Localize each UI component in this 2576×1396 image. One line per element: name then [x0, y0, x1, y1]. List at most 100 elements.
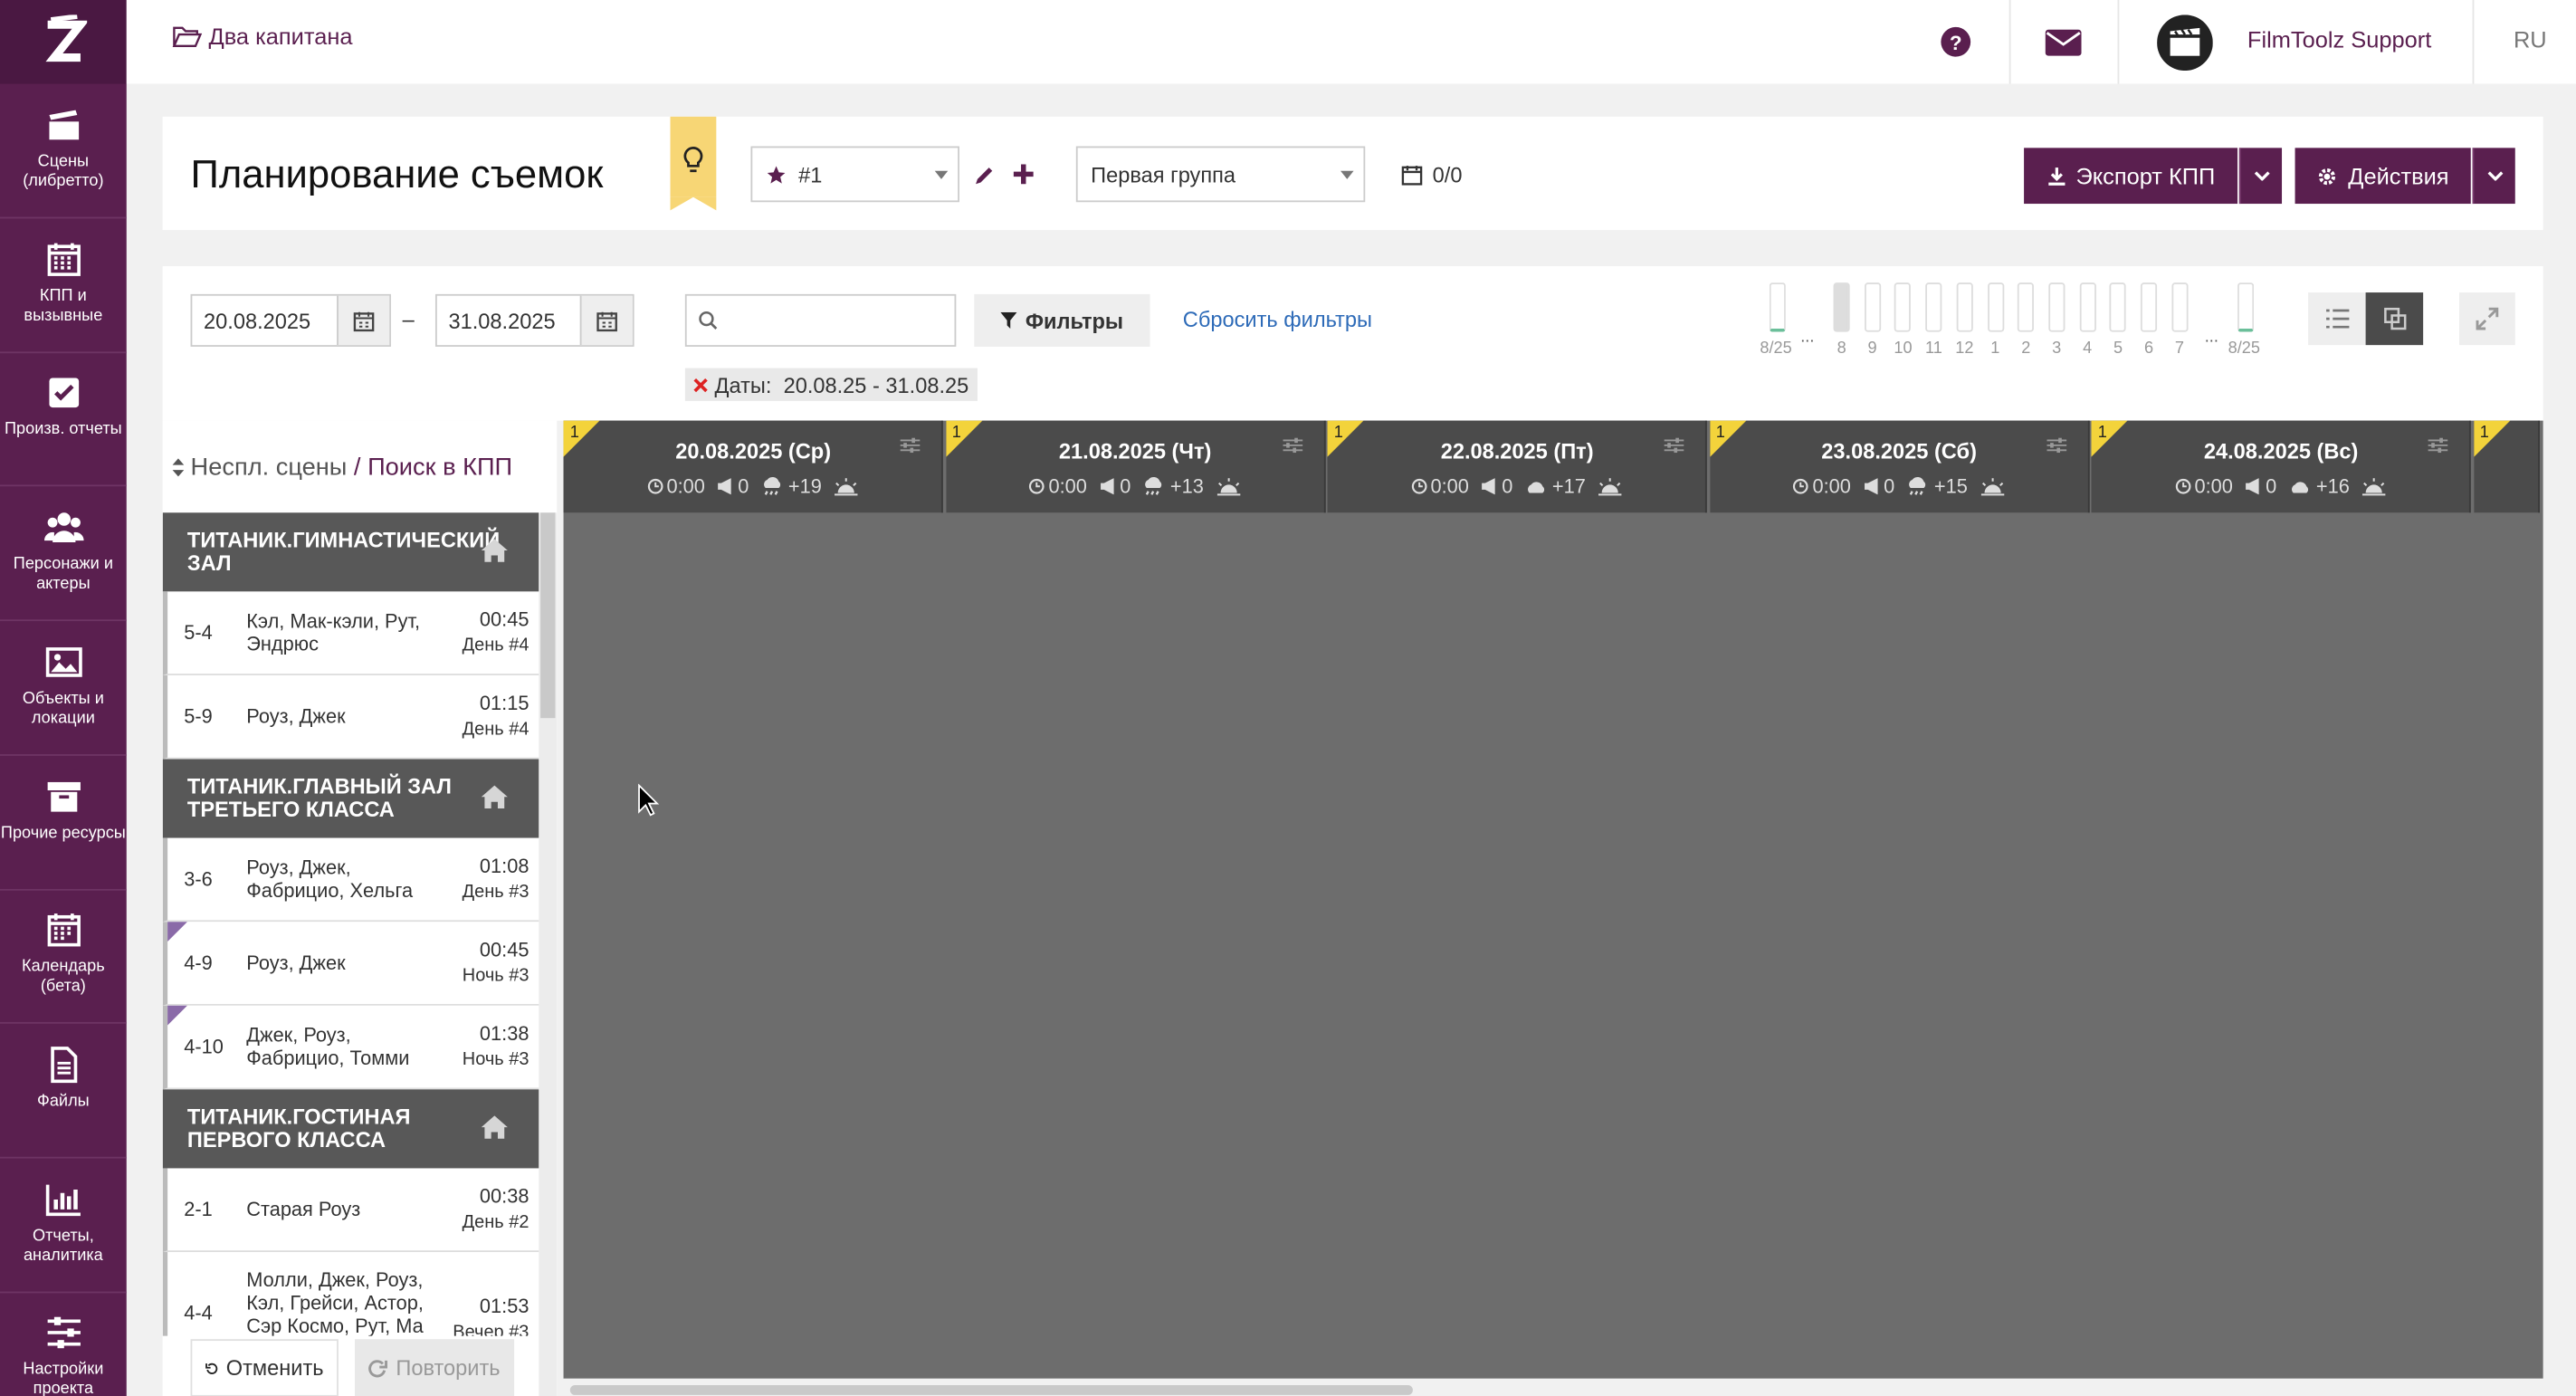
day-column-header[interactable]: 1 23.08.2025 (Сб) 0:00 0 +15 — [1709, 420, 2089, 513]
sidebar-item-4[interactable]: Персонажи и актеры — [0, 488, 127, 622]
sidebar-item-8[interactable]: Файлы — [0, 1025, 127, 1159]
schedule-board[interactable]: 1 20.08.2025 (Ср) 0:00 0 +19 1 21.08.2025 (Чт)… — [563, 420, 2543, 1379]
scene-row[interactable]: 5-9 Роуз, Джек 01:15 День #4 — [162, 674, 539, 760]
fullscreen-button[interactable] — [2459, 292, 2515, 346]
scene-row[interactable]: 3-6 Роуз, Джек, Фабрицио, Хельга 01:08 День… — [162, 837, 539, 923]
actions-dropdown-button[interactable] — [2472, 148, 2515, 205]
scene-duration: 01:08 — [479, 854, 530, 878]
undo-button[interactable]: Отменить — [190, 1339, 339, 1396]
mini-day[interactable] — [2018, 282, 2035, 332]
user-name[interactable]: FilmToolz Support — [2247, 26, 2431, 53]
scene-row[interactable]: 4-4 Молли, Джек, Роуз, Кэл, Грейси, Астор… — [162, 1252, 539, 1336]
list-view-button[interactable] — [2308, 292, 2366, 345]
mini-day[interactable] — [1894, 282, 1912, 332]
day-meta: 0:00 0 +19 — [564, 475, 943, 498]
counter-value: 0/0 — [1432, 162, 1463, 187]
app-logo[interactable] — [0, 0, 127, 84]
messages-button[interactable] — [2032, 0, 2094, 84]
sunrise-icon — [2362, 477, 2386, 495]
expand-icon — [2476, 307, 2499, 330]
rain-cloud-icon — [760, 476, 783, 496]
date-from-calendar-button[interactable] — [337, 295, 390, 346]
mini-day[interactable] — [2048, 282, 2066, 332]
sidebar-item-2[interactable]: КПП и вызывные — [0, 220, 127, 353]
day-column-header-partial[interactable]: 1 — [2473, 420, 2540, 513]
sidebar-item-9[interactable]: Отчеты, аналитика — [0, 1160, 127, 1293]
mini-day[interactable] — [2140, 282, 2158, 332]
scene-duration: 00:45 — [479, 607, 530, 631]
date-to-field[interactable]: 31.08.2025 — [434, 293, 634, 347]
sidebar-item-7[interactable]: Календарь (бета) — [0, 891, 127, 1025]
chevron-down-icon — [2486, 171, 2503, 181]
sidebar-item-label: Календарь (бета) — [22, 958, 105, 997]
location-group-header[interactable]: ТИТАНИК.ГИМНАСТИЧЕСКИЙ ЗАЛ — [162, 512, 539, 592]
mini-day-start[interactable] — [1769, 282, 1786, 332]
tips-ribbon[interactable] — [670, 116, 717, 211]
sidebar-item-1[interactable]: Сцены (либретто) — [0, 85, 127, 219]
actions-button[interactable]: Действия — [2295, 148, 2471, 205]
mini-day[interactable] — [1925, 282, 1942, 332]
project-switcher[interactable]: Два капитана — [172, 23, 353, 49]
group-select[interactable]: Первая группа — [1075, 146, 1366, 203]
megaphone-icon — [718, 478, 731, 495]
sunrise-icon — [1980, 477, 2004, 495]
export-dropdown-button[interactable] — [2238, 148, 2283, 205]
sidebar-item-5[interactable]: Объекты и локации — [0, 623, 127, 756]
scene-row[interactable]: 5-4 Кэл, Мак-кэли, Рут, Эндрюс 00:45 День #… — [162, 591, 539, 675]
mini-day[interactable] — [2171, 282, 2189, 332]
scene-row[interactable]: 2-1 Старая Роуз 00:38 День #2 — [162, 1168, 539, 1253]
day-column-header[interactable]: 1 22.08.2025 (Пт) 0:00 0 +17 — [1327, 420, 1707, 513]
day-column-header[interactable]: 1 21.08.2025 (Чт) 0:00 0 +13 — [945, 420, 1325, 513]
sidebar-item-6[interactable]: Прочие ресурсы — [0, 757, 127, 890]
sidebar-item-label: Отчеты, аналитика — [23, 1227, 103, 1265]
export-kpp-button[interactable]: Экспорт КПП — [2024, 148, 2238, 205]
sunrise-icon — [835, 477, 858, 495]
sidebar-item-3[interactable]: Произв. отчеты — [0, 354, 127, 487]
day-temperature: +13 — [1169, 474, 1204, 498]
day-date: 23.08.2025 (Сб) — [1821, 438, 1977, 464]
board-scroll-thumb[interactable] — [569, 1385, 1413, 1395]
reset-filters-link[interactable]: Сбросить фильтры — [1183, 307, 1372, 331]
board-view-button[interactable] — [2365, 292, 2424, 346]
mini-day[interactable] — [2079, 282, 2096, 332]
scene-row[interactable]: 4-9 Роуз, Джек 00:45 Ночь #3 — [162, 922, 539, 1006]
mini-day[interactable] — [1956, 282, 1973, 332]
date-to-calendar-button[interactable] — [579, 295, 633, 346]
user-avatar[interactable] — [2155, 0, 2214, 84]
add-plus-icon[interactable] — [1012, 163, 1035, 186]
sidebar-item-label: Сцены (либретто) — [23, 152, 104, 191]
day-column-header[interactable]: 1 24.08.2025 (Вс) 0:00 0 +16 — [2091, 420, 2471, 513]
variant-select[interactable]: #1 — [750, 146, 959, 203]
scene-number: 3-6 — [184, 867, 213, 891]
scene-list-scroll-thumb[interactable] — [540, 512, 556, 719]
mini-day-end[interactable] — [2237, 282, 2255, 332]
day-announcements: 0 — [1884, 474, 1895, 498]
redo-button[interactable]: Повторить — [355, 1339, 515, 1396]
language-switcher[interactable]: RU — [2514, 26, 2547, 53]
scene-row[interactable]: 4-10 Джек, Роуз, Фабрицио, Томми 01:38 Ночь… — [162, 1005, 539, 1090]
search-input[interactable] — [684, 293, 957, 347]
scene-time: 00:38 День #2 — [463, 1185, 530, 1236]
help-button[interactable]: ? — [1925, 0, 1984, 84]
edit-pencil-icon[interactable] — [972, 165, 995, 187]
day-column-header[interactable]: 1 20.08.2025 (Ср) 0:00 0 +19 — [563, 420, 943, 513]
mini-ellipsis-right: ... — [2204, 329, 2218, 347]
megaphone-icon — [2246, 478, 2259, 495]
date-filter-chip[interactable]: Даты: 20.08.25 - 31.08.25 — [684, 368, 978, 401]
close-icon[interactable] — [693, 378, 708, 392]
scene-characters: Роуз, Джек — [246, 704, 346, 729]
undo-icon — [205, 1362, 218, 1374]
sidebar-item-10[interactable]: Настройки проекта — [0, 1294, 127, 1396]
location-group-header[interactable]: ТИТАНИК.ГОСТИНАЯ ПЕРВОГО КЛАССА — [162, 1089, 539, 1169]
mini-day[interactable] — [2109, 282, 2127, 332]
day-date: 24.08.2025 (Вс) — [2203, 438, 2359, 464]
filters-button[interactable]: Фильтры — [974, 293, 1150, 347]
mini-day[interactable] — [1833, 282, 1850, 332]
mini-day[interactable] — [1987, 282, 2004, 332]
day-duration: 0:00 — [1048, 474, 1087, 498]
mini-day[interactable] — [1864, 282, 1881, 332]
scene-characters: Старая Роуз — [246, 1198, 361, 1221]
scene-day: День #3 — [462, 882, 530, 903]
date-from-field[interactable]: 20.08.2025 — [190, 293, 391, 347]
location-group-header[interactable]: ТИТАНИК.ГЛАВНЫЙ ЗАЛ ТРЕТЬЕГО КЛАССА — [162, 759, 539, 838]
